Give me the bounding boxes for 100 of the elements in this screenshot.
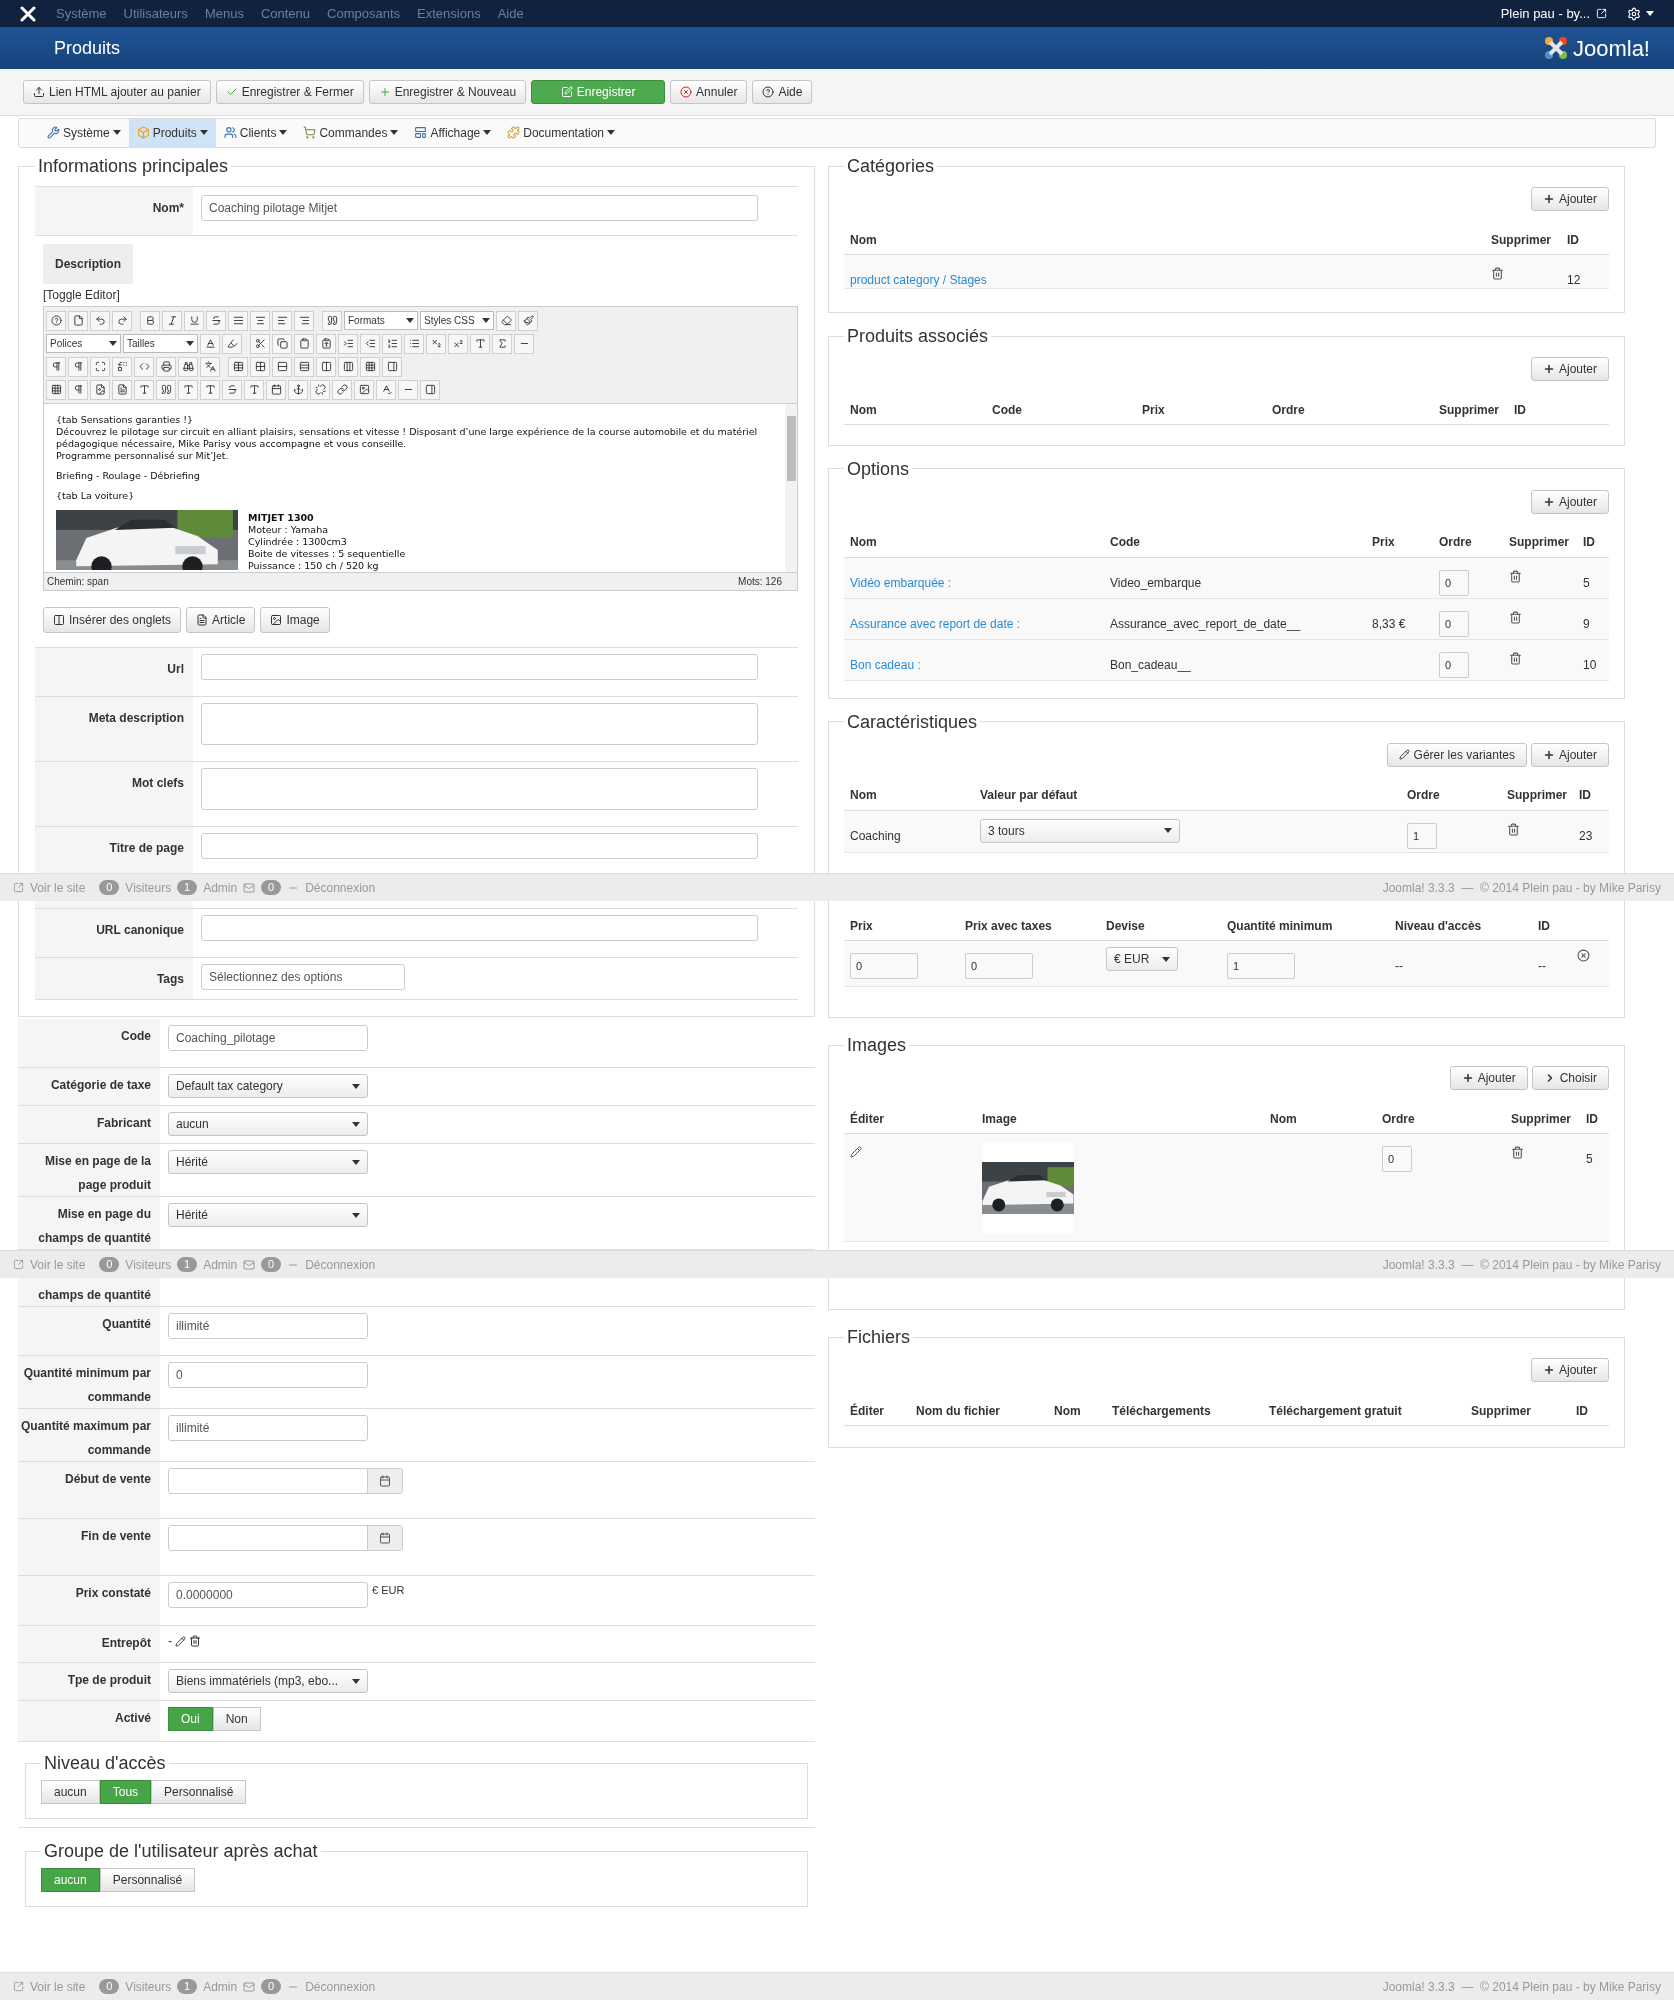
- site-link[interactable]: Plein pau - by...: [1500, 3, 1590, 24]
- insert-button[interactable]: Article: [186, 607, 256, 633]
- menu-item[interactable]: Composants: [327, 3, 401, 24]
- code-button[interactable]: [134, 356, 154, 377]
- toolbar-button[interactable]: Enregistrer & Fermer: [215, 79, 364, 104]
- item-link[interactable]: Assurance avec report de date :: [850, 616, 1021, 631]
- superscript-button[interactable]: [448, 333, 468, 354]
- cite-button[interactable]: [156, 379, 176, 400]
- text-field[interactable]: 0: [168, 1362, 368, 1388]
- settings-icon[interactable]: [1627, 6, 1641, 21]
- replace-button[interactable]: [112, 356, 132, 377]
- toggle-editor-link[interactable]: [Toggle Editor]: [43, 286, 120, 304]
- submenu-item[interactable]: Commandes: [295, 118, 407, 147]
- panel-button[interactable]: Ajouter: [1449, 1066, 1528, 1090]
- edit-icon[interactable]: [175, 1635, 186, 1647]
- print-button[interactable]: [156, 356, 176, 377]
- insert-button[interactable]: Image: [260, 607, 330, 633]
- panel-button[interactable]: Ajouter: [1530, 357, 1609, 382]
- indent-button[interactable]: [338, 333, 358, 354]
- copy-button[interactable]: [272, 333, 292, 354]
- date-button[interactable]: [266, 379, 286, 400]
- trash-icon[interactable]: [1507, 823, 1520, 836]
- currency-select[interactable]: € EUR: [1106, 947, 1178, 971]
- text-field[interactable]: [201, 654, 758, 680]
- strikethrough-button[interactable]: [206, 310, 226, 331]
- text-field[interactable]: [201, 915, 758, 941]
- justify-button[interactable]: [228, 310, 248, 331]
- link-button[interactable]: [332, 379, 352, 400]
- submenu-item[interactable]: Documentation: [499, 118, 623, 147]
- trash-icon[interactable]: [189, 1635, 201, 1647]
- edit-icon[interactable]: [850, 1146, 862, 1158]
- font-button[interactable]: [470, 333, 490, 354]
- italic-button[interactable]: [162, 310, 182, 331]
- submenu-item[interactable]: Affichage: [406, 118, 500, 147]
- editor-select[interactable]: Tailles: [123, 334, 198, 353]
- price-field[interactable]: 1: [1227, 953, 1295, 979]
- submenu-item[interactable]: Clients: [215, 118, 296, 147]
- menu-item[interactable]: Menus: [204, 3, 244, 24]
- toolbar-button[interactable]: Aide: [752, 79, 813, 104]
- acronym-button[interactable]: [200, 379, 220, 400]
- brush-button[interactable]: [518, 310, 538, 331]
- paste-button[interactable]: [294, 333, 314, 354]
- table-button[interactable]: [228, 356, 248, 377]
- panel-button[interactable]: [420, 379, 440, 400]
- panel-button[interactable]: Ajouter: [1530, 1358, 1609, 1382]
- panel-button[interactable]: Ajouter: [1530, 743, 1609, 767]
- trash-icon[interactable]: [1509, 569, 1522, 583]
- item-link[interactable]: Bon cadeau :: [850, 657, 921, 672]
- insert-button[interactable]: Insérer des onglets: [43, 607, 182, 633]
- menu-item[interactable]: Contenu: [260, 3, 311, 24]
- menu-item[interactable]: Système: [56, 3, 107, 24]
- value-select[interactable]: 3 tours: [980, 819, 1180, 843]
- date-field[interactable]: [168, 1525, 403, 1551]
- editor-select[interactable]: Polices: [46, 334, 121, 353]
- select-field[interactable]: Hérité: [168, 1203, 368, 1227]
- panel-button[interactable]: Ajouter: [1530, 489, 1609, 514]
- order-field[interactable]: 0: [1439, 610, 1469, 637]
- text-field[interactable]: illimité: [168, 1313, 368, 1339]
- logo-icon[interactable]: [20, 5, 36, 22]
- pilcrow-button[interactable]: [68, 379, 88, 400]
- unlink-button[interactable]: [310, 379, 330, 400]
- tags-field[interactable]: Sélectionnez des options: [201, 964, 405, 990]
- pilcrow-button[interactable]: [46, 356, 66, 377]
- help-button[interactable]: [46, 310, 66, 331]
- date-field[interactable]: [168, 1468, 403, 1494]
- trash-icon[interactable]: [1511, 1146, 1524, 1159]
- undo-button[interactable]: [90, 310, 110, 331]
- outdent-button[interactable]: [360, 333, 380, 354]
- text-field[interactable]: [201, 833, 758, 859]
- access-option[interactable]: Personnalisé: [99, 1868, 196, 1892]
- align-left-button[interactable]: [272, 310, 292, 331]
- cut-button[interactable]: [250, 333, 270, 354]
- abbr-button[interactable]: [178, 379, 198, 400]
- scrollbar[interactable]: [785, 404, 797, 572]
- table-grid-button[interactable]: [360, 356, 380, 377]
- order-field[interactable]: 0: [1439, 569, 1469, 596]
- quote-button[interactable]: [322, 310, 342, 331]
- text-color-button[interactable]: [200, 333, 220, 354]
- panel-button[interactable]: Gérer les variantes: [1386, 743, 1527, 767]
- pilcrow-button[interactable]: [68, 356, 88, 377]
- style-button[interactable]: [134, 379, 154, 400]
- eraser-button[interactable]: [496, 310, 516, 331]
- select-field[interactable]: Default tax category: [168, 1074, 368, 1098]
- image-button[interactable]: [354, 379, 374, 400]
- menu-item[interactable]: Aide: [497, 3, 524, 24]
- align-center-button[interactable]: [250, 310, 270, 331]
- highlighter-button[interactable]: [222, 333, 242, 354]
- description-tab[interactable]: Description: [43, 244, 133, 284]
- access-option[interactable]: Personnalisé: [151, 1780, 247, 1804]
- sigma-button[interactable]: [492, 333, 512, 354]
- language-button[interactable]: [200, 356, 220, 377]
- align-right-button[interactable]: [294, 310, 314, 331]
- submenu-item[interactable]: Produits: [128, 118, 216, 147]
- submenu-item[interactable]: Système: [39, 118, 129, 147]
- name-field[interactable]: Coaching pilotage Mitjet: [201, 195, 758, 221]
- select-field[interactable]: aucun: [168, 1112, 368, 1136]
- price-field[interactable]: 0: [850, 953, 918, 979]
- document-button[interactable]: [112, 379, 132, 400]
- trash-icon[interactable]: [1491, 267, 1504, 280]
- subscript-button[interactable]: [426, 333, 446, 354]
